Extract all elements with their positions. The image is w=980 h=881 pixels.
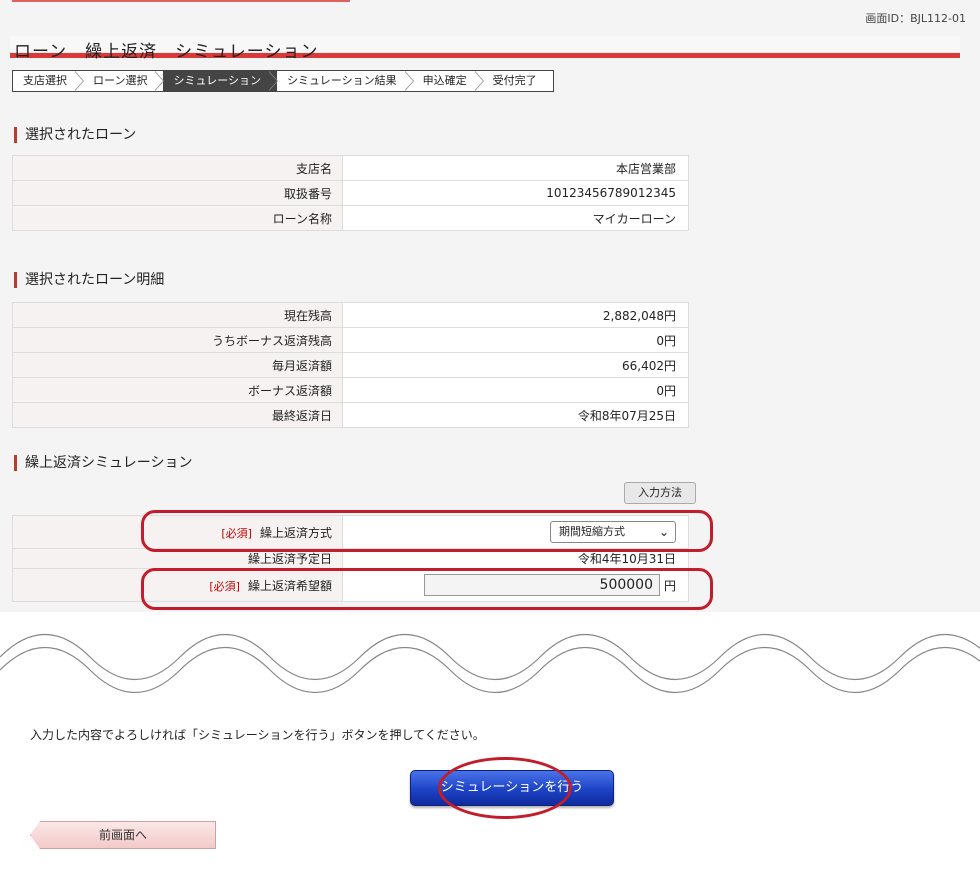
loan-details-heading: 選択されたローン明細 <box>14 272 164 288</box>
row-value: 0円 <box>342 377 689 403</box>
row-label: 最終返済日 <box>12 402 343 428</box>
loan-details-table: 現在残高 2,882,048円 うちボーナス返済残高 0円 毎月返済額 66,4… <box>12 302 689 428</box>
progress-steps: 支店選択 ローン選択 シミュレーション シミュレーション結果 申込確定 受付完了 <box>12 70 554 92</box>
table-row: うちボーナス返済残高 0円 <box>12 327 689 353</box>
page-break-wave <box>0 612 980 694</box>
back-button[interactable]: 前画面へ <box>30 821 216 849</box>
table-row: ボーナス返済額 0円 <box>12 377 689 403</box>
step-loan-select: ローン選択 <box>83 71 165 91</box>
row-value: 0円 <box>342 327 689 353</box>
table-row: 取扱番号 10123456789012345 <box>12 180 689 206</box>
row-label: 取扱番号 <box>12 180 343 206</box>
table-row: ローン名称 マイカーローン <box>12 205 689 231</box>
step-application-confirm: 申込確定 <box>412 71 484 91</box>
input-method-button[interactable]: 入力方法 <box>624 482 696 504</box>
row-value: 10123456789012345 <box>342 180 689 206</box>
top-accent-line <box>12 0 350 2</box>
table-row: 支店名 本店営業部 <box>12 155 689 181</box>
row-label: 現在残高 <box>12 302 343 328</box>
table-row: 現在残高 2,882,048円 <box>12 302 689 328</box>
table-row: 最終返済日 令和8年07月25日 <box>12 402 689 428</box>
highlight-oval-button <box>438 757 572 819</box>
row-label: ローン名称 <box>12 205 343 231</box>
highlight-oval-amount <box>141 568 713 610</box>
selected-loan-heading: 選択されたローン <box>14 127 136 143</box>
highlight-oval-method <box>141 510 713 552</box>
step-branch-select: 支店選択 <box>13 71 84 91</box>
row-value: 令和8年07月25日 <box>342 402 689 428</box>
step-simulation-result: シミュレーション結果 <box>277 71 414 91</box>
row-value: 本店営業部 <box>342 155 689 181</box>
row-label: ボーナス返済額 <box>12 377 343 403</box>
row-label: うちボーナス返済残高 <box>12 327 343 353</box>
row-value: 2,882,048円 <box>342 302 689 328</box>
simulation-heading: 繰上返済シミュレーション <box>14 455 192 471</box>
screen-id: 画面ID：BJL112-01 <box>865 12 966 25</box>
table-row: 毎月返済額 66,402円 <box>12 352 689 378</box>
row-value: 66,402円 <box>342 352 689 378</box>
row-label: 支店名 <box>12 155 343 181</box>
row-label: 毎月返済額 <box>12 352 343 378</box>
page-title: ローン 繰上返済 シミュレーション <box>14 42 319 62</box>
step-reception-complete: 受付完了 <box>482 71 553 91</box>
selected-loan-table: 支店名 本店営業部 取扱番号 10123456789012345 ローン名称 マ… <box>12 155 689 231</box>
step-simulation: シミュレーション <box>163 71 278 91</box>
instruction-text: 入力した内容でよろしければ「シミュレーションを行う」ボタンを押してください。 <box>30 728 485 742</box>
cut-off-note <box>30 686 830 694</box>
top-section: 画面ID：BJL112-01 ローン 繰上返済 シミュレーション 支店選択 ロー… <box>0 0 980 612</box>
row-value: マイカーローン <box>342 205 689 231</box>
